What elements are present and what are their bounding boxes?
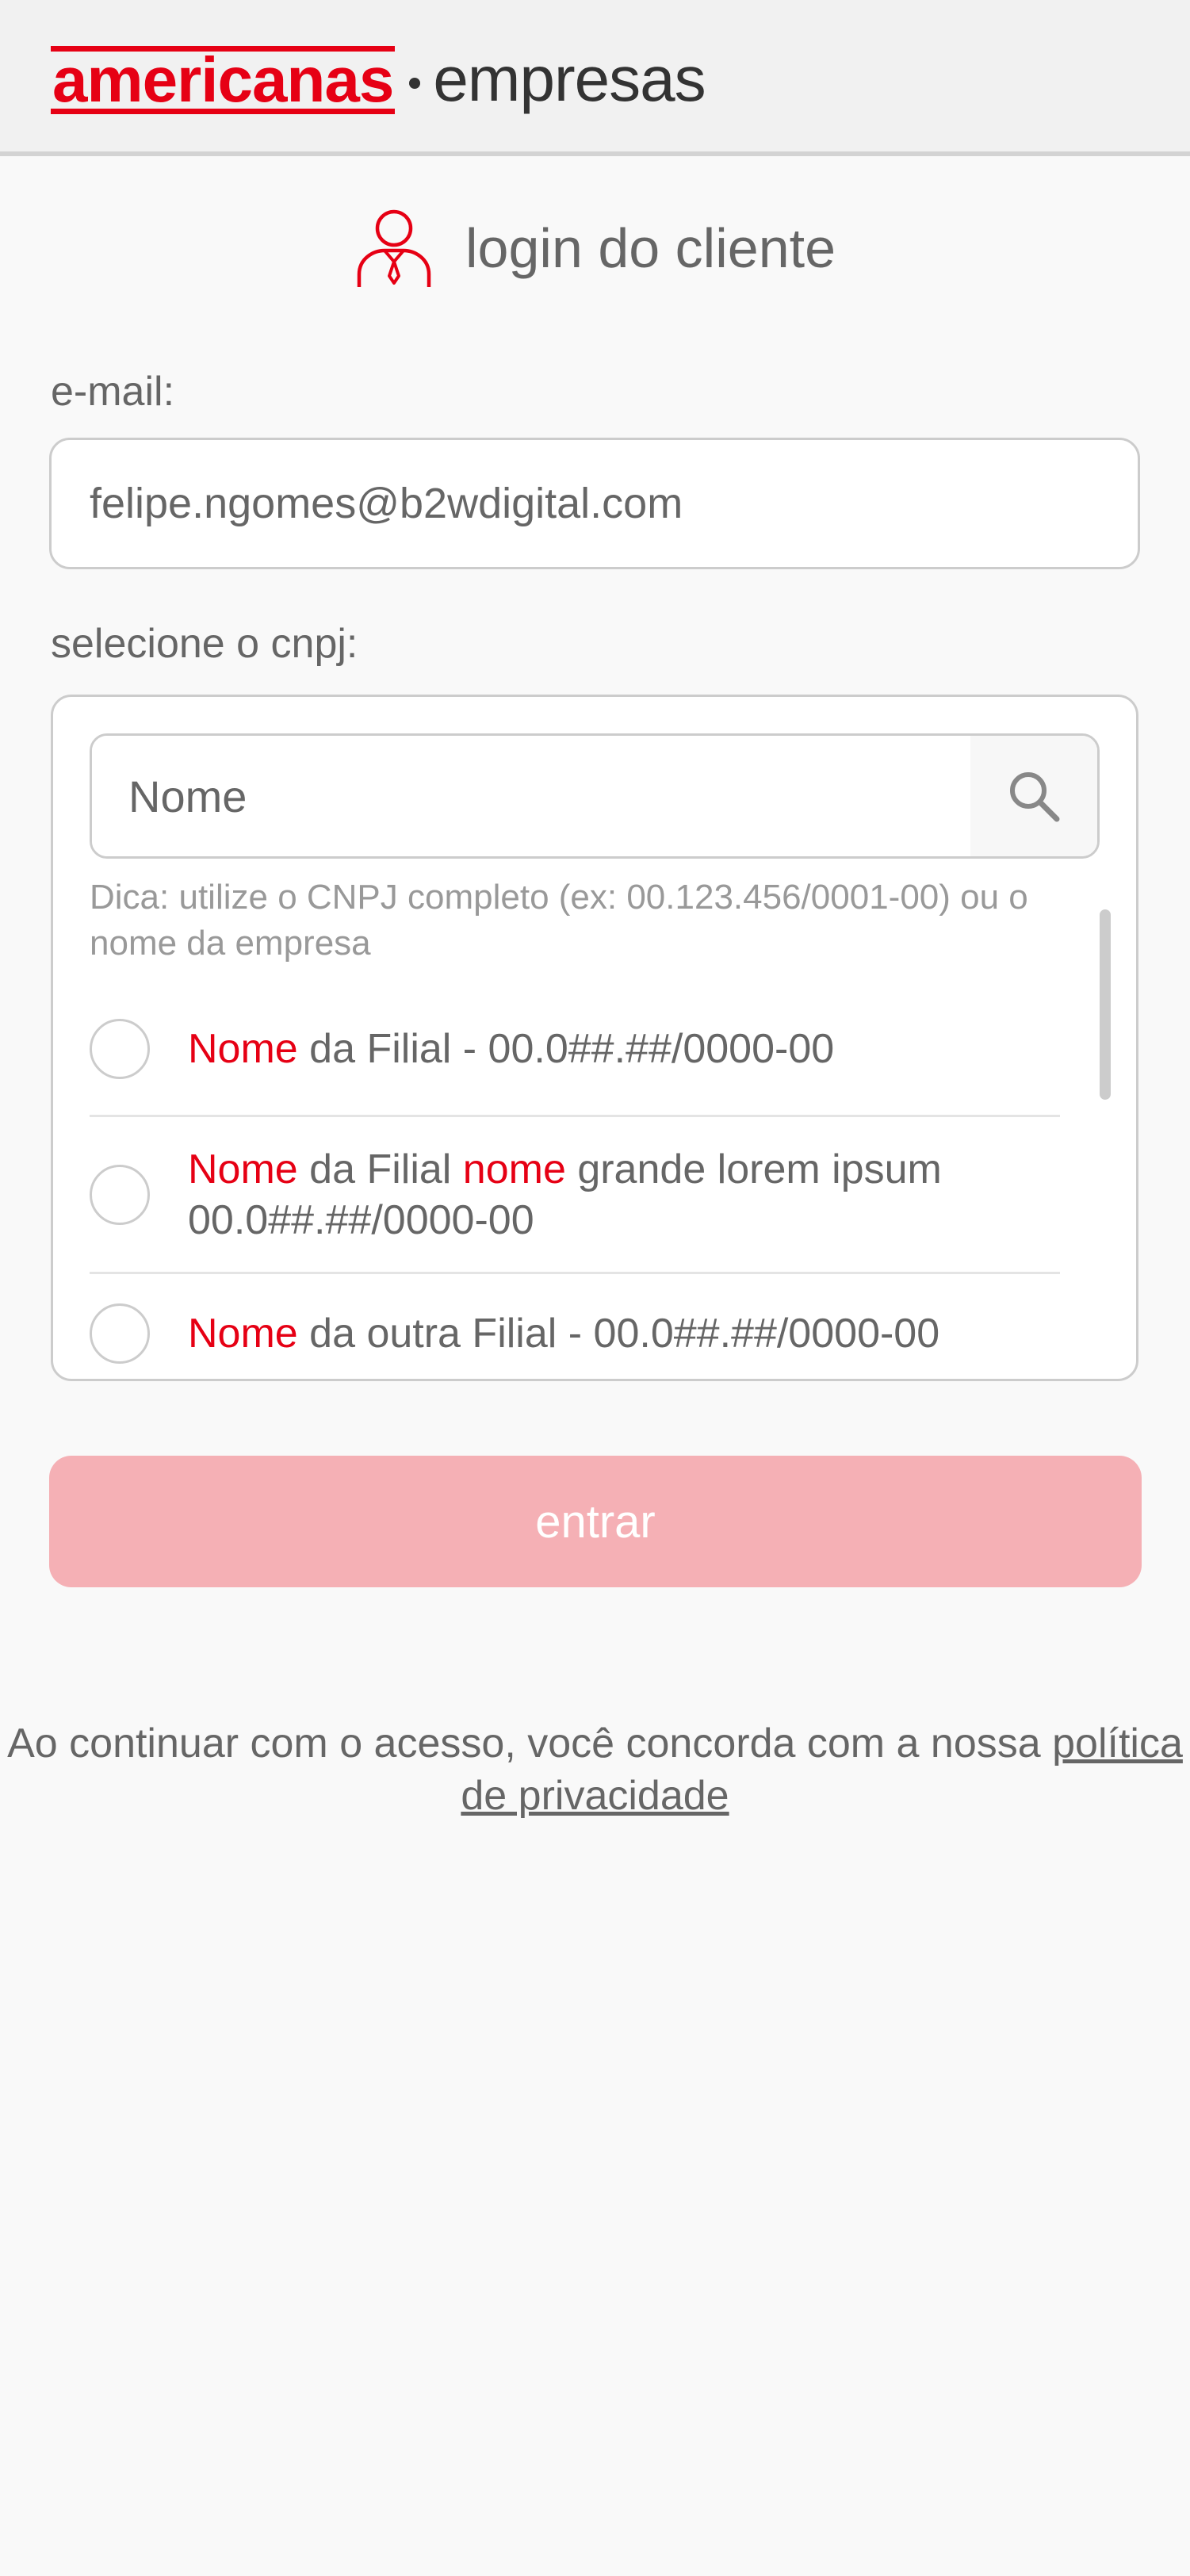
- radio-button[interactable]: [90, 1303, 150, 1364]
- match-highlight: Nome: [188, 1146, 298, 1192]
- match-highlight: Nome: [188, 1025, 298, 1072]
- brand-logo[interactable]: americanas empresas: [51, 46, 706, 116]
- cnpj-option[interactable]: Nome da Filial nome grande lorem ipsum 0…: [90, 1117, 1060, 1274]
- brand-logo-dot: [409, 78, 421, 89]
- cnpj-search-input[interactable]: [92, 736, 972, 856]
- cnpj-option-label: Nome da Filial nome grande lorem ipsum 0…: [188, 1144, 1060, 1246]
- cnpj-label: selecione o cnpj:: [51, 621, 358, 667]
- search-icon: [1010, 772, 1060, 822]
- privacy-notice-text: Ao continuar com o acesso, você concorda…: [7, 1721, 1053, 1766]
- user-tie-icon: [357, 209, 431, 287]
- option-text-part: da Filial - 00.0##.##/0000-00: [297, 1025, 835, 1072]
- brand-logo-sub: empresas: [433, 44, 706, 114]
- cnpj-option-label: Nome da outra Filial - 00.0##.##/0000-00: [188, 1308, 939, 1359]
- brand-logo-main: americanas: [51, 44, 396, 115]
- option-text-part: da Filial: [297, 1146, 463, 1192]
- page-title: login do cliente: [465, 217, 836, 279]
- cnpj-selector: Dica: utilize o CNPJ completo (ex: 00.12…: [51, 695, 1138, 1381]
- page-title-row: login do cliente: [0, 205, 1190, 292]
- app-header: americanas empresas: [0, 0, 1190, 156]
- radio-button[interactable]: [90, 1018, 150, 1079]
- cnpj-option[interactable]: Nome da Filial - 00.0##.##/0000-00: [90, 982, 1060, 1117]
- cnpj-option-list: Nome da Filial - 00.0##.##/0000-00 Nome d…: [90, 982, 1060, 1379]
- list-scrollbar[interactable]: [1100, 909, 1111, 1100]
- match-highlight: Nome: [188, 1311, 298, 1357]
- email-label: e-mail:: [51, 369, 175, 415]
- cnpj-hint: Dica: utilize o CNPJ completo (ex: 00.12…: [90, 878, 1028, 963]
- search-button[interactable]: [970, 736, 1097, 856]
- match-highlight: nome: [462, 1146, 566, 1192]
- cnpj-search: [90, 733, 1100, 859]
- email-field[interactable]: [49, 438, 1140, 569]
- option-text-part: da outra Filial - 00.0##.##/0000-00: [297, 1311, 940, 1357]
- enter-button[interactable]: entrar: [49, 1456, 1142, 1587]
- cnpj-option-label: Nome da Filial - 00.0##.##/0000-00: [188, 1024, 834, 1074]
- privacy-notice: Ao continuar com o acesso, você concorda…: [0, 1717, 1190, 1822]
- radio-button[interactable]: [90, 1164, 150, 1225]
- cnpj-option[interactable]: Nome da outra Filial - 00.0##.##/0000-00: [90, 1274, 1060, 1379]
